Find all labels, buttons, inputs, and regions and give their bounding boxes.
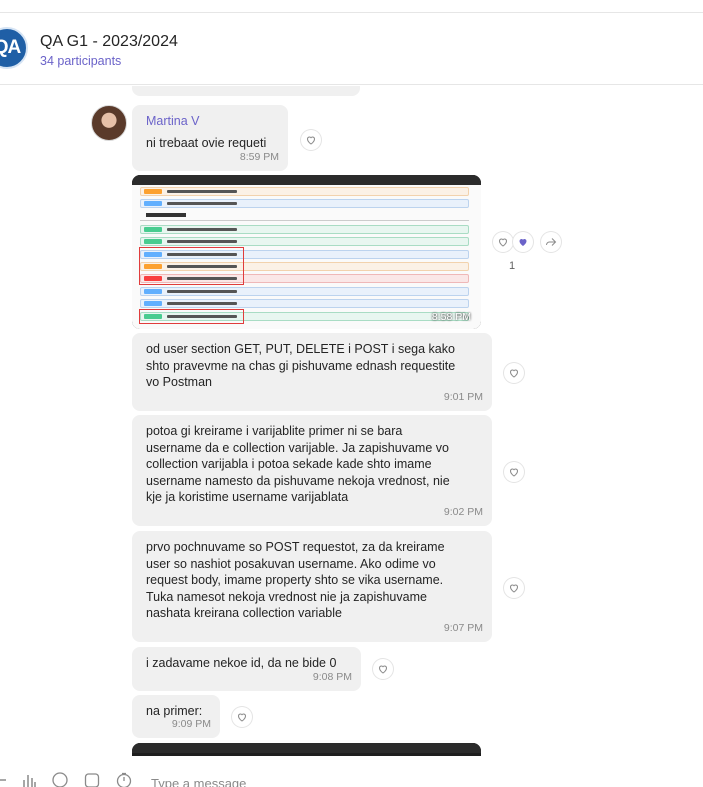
message-list[interactable]: Martina V ni trebaat ovie requeti 8:59 P… [0, 86, 703, 756]
message-bubble[interactable]: potoa gi kreirame i varijablite primer n… [132, 415, 492, 526]
heart-icon [509, 468, 519, 477]
message-bubble[interactable]: Martina V ni trebaat ovie requeti 8:59 P… [132, 105, 288, 171]
participants-link[interactable]: 34 participants [40, 54, 121, 68]
heart-icon [498, 238, 508, 247]
sticker-icon[interactable] [84, 772, 100, 787]
composer: Type a message [0, 756, 703, 787]
react-button[interactable] [301, 130, 321, 150]
heart-icon [509, 584, 519, 593]
sender-avatar[interactable] [91, 105, 127, 141]
message-input[interactable]: Type a message [151, 776, 246, 787]
forward-icon [546, 238, 557, 246]
message-time: 9:08 PM [312, 670, 352, 683]
message-bubble[interactable]: na primer: 9:09 PM [132, 695, 220, 738]
react-button[interactable] [504, 363, 524, 383]
message-image[interactable]: 8:58 PM [132, 175, 481, 329]
message-time: 8:59 PM [239, 150, 279, 163]
gif-icon[interactable] [52, 772, 68, 787]
group-title[interactable]: QA G1 - 2023/2024 [40, 33, 178, 51]
message-text: potoa gi kreirame i varijablite primer n… [146, 424, 450, 504]
chart-icon[interactable] [21, 772, 37, 787]
reaction-count: 1 [509, 260, 516, 272]
heart-icon [378, 665, 388, 674]
browser-bar [132, 175, 481, 185]
message-image[interactable] [132, 743, 481, 756]
highlight-box [139, 247, 244, 285]
message-bubble[interactable]: i zadavame nekoe id, da ne bide 0 9:08 P… [132, 647, 361, 691]
forward-button[interactable] [541, 232, 561, 252]
message-bubble[interactable]: prvo pochnuvame so POST requestot, za da… [132, 531, 492, 642]
react-button[interactable] [493, 232, 513, 252]
message-time: 9:09 PM [171, 717, 211, 730]
message-text: prvo pochnuvame so POST requestot, za da… [146, 540, 445, 620]
group-avatar[interactable]: QA [0, 27, 28, 69]
heart-icon [237, 713, 247, 722]
react-button[interactable] [232, 707, 252, 727]
clock-icon[interactable] [116, 772, 132, 787]
chat-header: QA QA G1 - 2023/2024 34 participants [0, 13, 703, 85]
sender-name[interactable]: Martina V [146, 113, 276, 130]
group-initials: QA [0, 37, 21, 58]
heart-filled-icon [519, 239, 527, 246]
previous-message [132, 86, 360, 96]
message-time: 9:01 PM [443, 390, 483, 403]
message-time: 8:58 PM [431, 311, 471, 323]
react-button[interactable] [504, 578, 524, 598]
browser-bar [132, 743, 481, 753]
react-button[interactable] [373, 659, 393, 679]
message-bubble[interactable]: od user section GET, PUT, DELETE i POST … [132, 333, 492, 411]
heart-icon [509, 369, 519, 378]
reaction-heart[interactable] [513, 232, 533, 252]
message-text: od user section GET, PUT, DELETE i POST … [146, 342, 456, 389]
attach-icon[interactable] [0, 772, 10, 787]
highlight-box [139, 309, 244, 324]
message-time: 9:02 PM [443, 505, 483, 518]
heart-icon [306, 136, 316, 145]
react-button[interactable] [504, 462, 524, 482]
swagger-screenshot [132, 185, 481, 329]
message-time: 9:07 PM [443, 621, 483, 634]
image-actions [493, 230, 567, 260]
